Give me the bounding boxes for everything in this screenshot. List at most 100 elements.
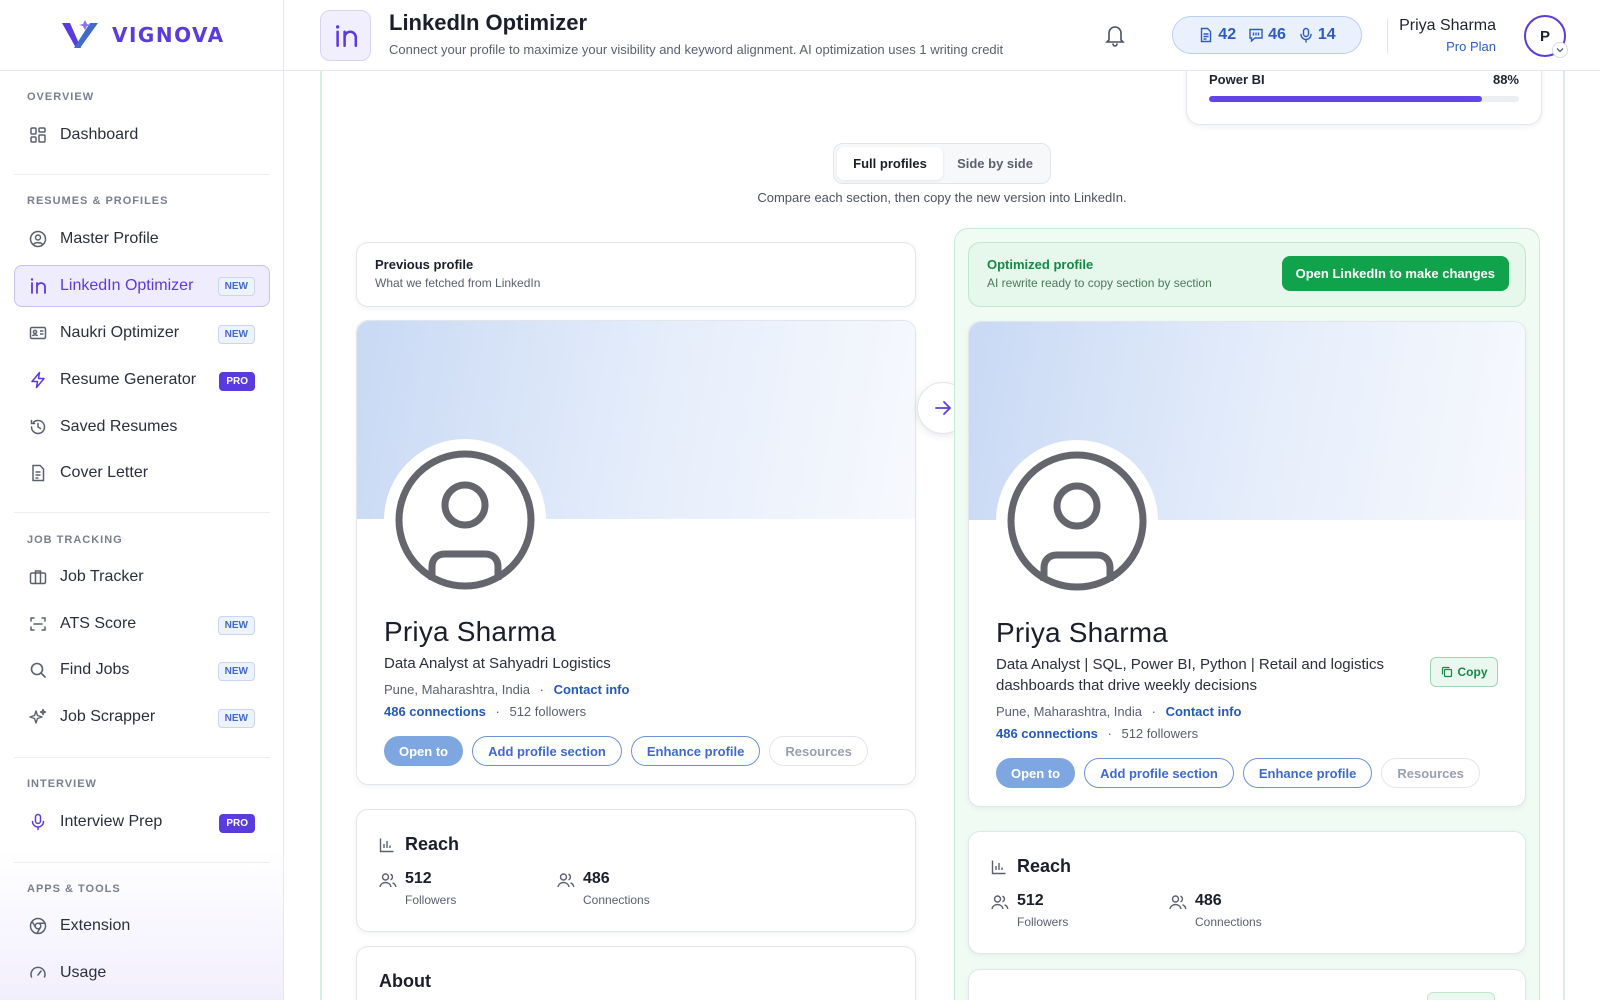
reach-title: Reach bbox=[1017, 856, 1072, 876]
brand-logo[interactable]: VIGNOVA bbox=[0, 0, 283, 71]
sidebar-item-label: LinkedIn Optimizer bbox=[60, 277, 194, 294]
separator-dot: · bbox=[1151, 704, 1156, 719]
sidebar-item-usage[interactable]: Usage bbox=[14, 953, 270, 993]
skill-name: Power BI bbox=[1209, 72, 1265, 87]
sidebar-item-find-jobs[interactable]: Find Jobs NEW bbox=[14, 650, 270, 690]
followers-count: 512 followers bbox=[1121, 726, 1199, 741]
section-label-job-tracking: JOB TRACKING bbox=[27, 534, 123, 546]
sidebar-item-naukri-optimizer[interactable]: Naukri Optimizer NEW bbox=[14, 313, 270, 353]
sidebar-item-label: ATS Score bbox=[60, 615, 137, 632]
copy-label: Copy bbox=[1457, 665, 1488, 679]
sidebar-item-cover-letter[interactable]: Cover Letter bbox=[14, 453, 270, 493]
sparkles-icon bbox=[28, 707, 48, 727]
enhance-profile-button[interactable]: Enhance profile bbox=[630, 736, 761, 766]
copy-button-partial[interactable] bbox=[1427, 992, 1495, 1000]
header-divider bbox=[1387, 18, 1388, 54]
pro-badge: PRO bbox=[219, 814, 255, 833]
optimized-profile-header: Optimized profile AI rewrite ready to co… bbox=[968, 242, 1526, 307]
sidebar-item-ats-score[interactable]: ATS Score NEW bbox=[14, 604, 270, 644]
profile-actions: Open to Add profile section Enhance prof… bbox=[384, 736, 868, 766]
document-credits-count: 42 bbox=[1218, 26, 1237, 43]
top-header: LinkedIn Optimizer Connect your profile … bbox=[284, 0, 1600, 71]
sidebar-item-job-tracker[interactable]: Job Tracker bbox=[14, 557, 270, 597]
open-to-button[interactable]: Open to bbox=[384, 736, 464, 766]
sidebar-item-dashboard[interactable]: Dashboard bbox=[14, 115, 270, 155]
previous-profile-subtitle: What we fetched from LinkedIn bbox=[375, 276, 541, 290]
page-title: LinkedIn Optimizer bbox=[389, 10, 588, 35]
sidebar-item-label: Cover Letter bbox=[60, 464, 149, 481]
resources-button[interactable]: Resources bbox=[769, 736, 868, 766]
scan-icon bbox=[28, 614, 48, 634]
sidebar-item-saved-resumes[interactable]: Saved Resumes bbox=[14, 407, 270, 447]
bar-chart-icon bbox=[991, 859, 1007, 875]
section-label-overview: OVERVIEW bbox=[27, 91, 95, 103]
notification-bell-icon[interactable] bbox=[1104, 23, 1126, 47]
connections-link[interactable]: 486 connections bbox=[384, 704, 486, 719]
tab-full-profiles[interactable]: Full profiles bbox=[837, 147, 943, 180]
followers-stat: 512 Followers bbox=[379, 870, 456, 907]
gauge-icon bbox=[28, 963, 48, 983]
message-credits-count: 46 bbox=[1268, 26, 1286, 43]
users-icon bbox=[379, 872, 397, 907]
lightning-icon bbox=[28, 370, 48, 390]
sidebar-item-resume-generator[interactable]: Resume Generator PRO bbox=[14, 360, 270, 400]
connections-label: Connections bbox=[583, 893, 650, 907]
connections-label: Connections bbox=[1195, 915, 1262, 929]
reach-heading: Reach bbox=[379, 834, 459, 855]
connections-link[interactable]: 486 connections bbox=[996, 726, 1098, 741]
previous-reach-card: Reach 512 Followers 486 Connections bbox=[356, 809, 916, 932]
reach-title: Reach bbox=[405, 834, 460, 854]
main-content: Power BI 88% Full profiles Side by side … bbox=[284, 71, 1600, 1000]
contact-info-link[interactable]: Contact info bbox=[1166, 704, 1242, 719]
chevron-down-icon[interactable] bbox=[1552, 42, 1568, 58]
optimized-next-section-card bbox=[968, 969, 1526, 1000]
connections-stat: 486 Connections bbox=[557, 870, 650, 907]
profile-location: Pune, Maharashtra, India bbox=[384, 682, 530, 697]
resources-button[interactable]: Resources bbox=[1381, 758, 1480, 788]
open-linkedin-button[interactable]: Open LinkedIn to make changes bbox=[1281, 256, 1509, 291]
profile-photo-placeholder-icon[interactable] bbox=[384, 439, 546, 601]
pro-badge: PRO bbox=[219, 372, 255, 391]
sidebar-item-master-profile[interactable]: Master Profile bbox=[14, 219, 270, 259]
message-credits: 46 bbox=[1248, 26, 1286, 44]
briefcase-icon bbox=[28, 567, 48, 587]
profile-headline: Data Analyst at Sahyadri Logistics bbox=[384, 655, 611, 672]
optimized-profile-title: Optimized profile bbox=[987, 257, 1094, 272]
copy-headline-button[interactable]: Copy bbox=[1430, 657, 1498, 687]
sidebar-item-linkedin-optimizer[interactable]: LinkedIn Optimizer NEW bbox=[14, 265, 270, 307]
voice-credits-count: 14 bbox=[1317, 26, 1336, 43]
tab-side-by-side[interactable]: Side by side bbox=[945, 147, 1045, 180]
enhance-profile-button[interactable]: Enhance profile bbox=[1242, 758, 1373, 788]
profile-headline: Data Analyst | SQL, Power BI, Python | R… bbox=[996, 656, 1384, 694]
contact-info-link[interactable]: Contact info bbox=[554, 682, 630, 697]
sidebar-item-interview-prep[interactable]: Interview Prep PRO bbox=[14, 802, 270, 842]
optimized-reach-card: Reach 512 Followers 486 Connections bbox=[968, 831, 1526, 954]
section-label-apps-tools: APPS & TOOLS bbox=[27, 883, 121, 895]
sidebar-item-label: Interview Prep bbox=[60, 813, 163, 830]
profile-actions: Open to Add profile section Enhance prof… bbox=[996, 758, 1480, 788]
followers-value: 512 bbox=[405, 870, 432, 887]
sidebar-item-job-scrapper[interactable]: Job Scrapper NEW bbox=[14, 697, 270, 737]
followers-value: 512 bbox=[1017, 892, 1044, 909]
new-badge: NEW bbox=[217, 325, 255, 344]
add-profile-section-button[interactable]: Add profile section bbox=[1084, 758, 1234, 788]
new-badge: NEW bbox=[217, 616, 255, 635]
view-toggle: Full profiles Side by side bbox=[833, 143, 1051, 184]
sidebar-item-label: Dashboard bbox=[60, 126, 139, 143]
connections-value: 486 bbox=[583, 870, 610, 887]
users-icon bbox=[557, 872, 575, 907]
open-to-button[interactable]: Open to bbox=[996, 758, 1076, 788]
credits-pill[interactable]: 42 46 14 bbox=[1172, 16, 1362, 54]
profile-photo-placeholder-icon[interactable] bbox=[996, 440, 1158, 602]
separator-dot: · bbox=[1107, 726, 1112, 741]
sidebar-item-label: Job Scrapper bbox=[60, 708, 156, 725]
sidebar-item-extension[interactable]: Extension bbox=[14, 906, 270, 946]
sidebar-item-label: Usage bbox=[60, 964, 107, 981]
add-profile-section-button[interactable]: Add profile section bbox=[472, 736, 622, 766]
skill-progress-track bbox=[1209, 96, 1519, 102]
users-icon bbox=[991, 894, 1009, 929]
sidebar-item-label: Find Jobs bbox=[60, 661, 130, 678]
separator-dot: · bbox=[495, 704, 500, 719]
user-name[interactable]: Priya Sharma bbox=[1399, 17, 1496, 35]
voice-credits: 14 bbox=[1298, 26, 1336, 44]
